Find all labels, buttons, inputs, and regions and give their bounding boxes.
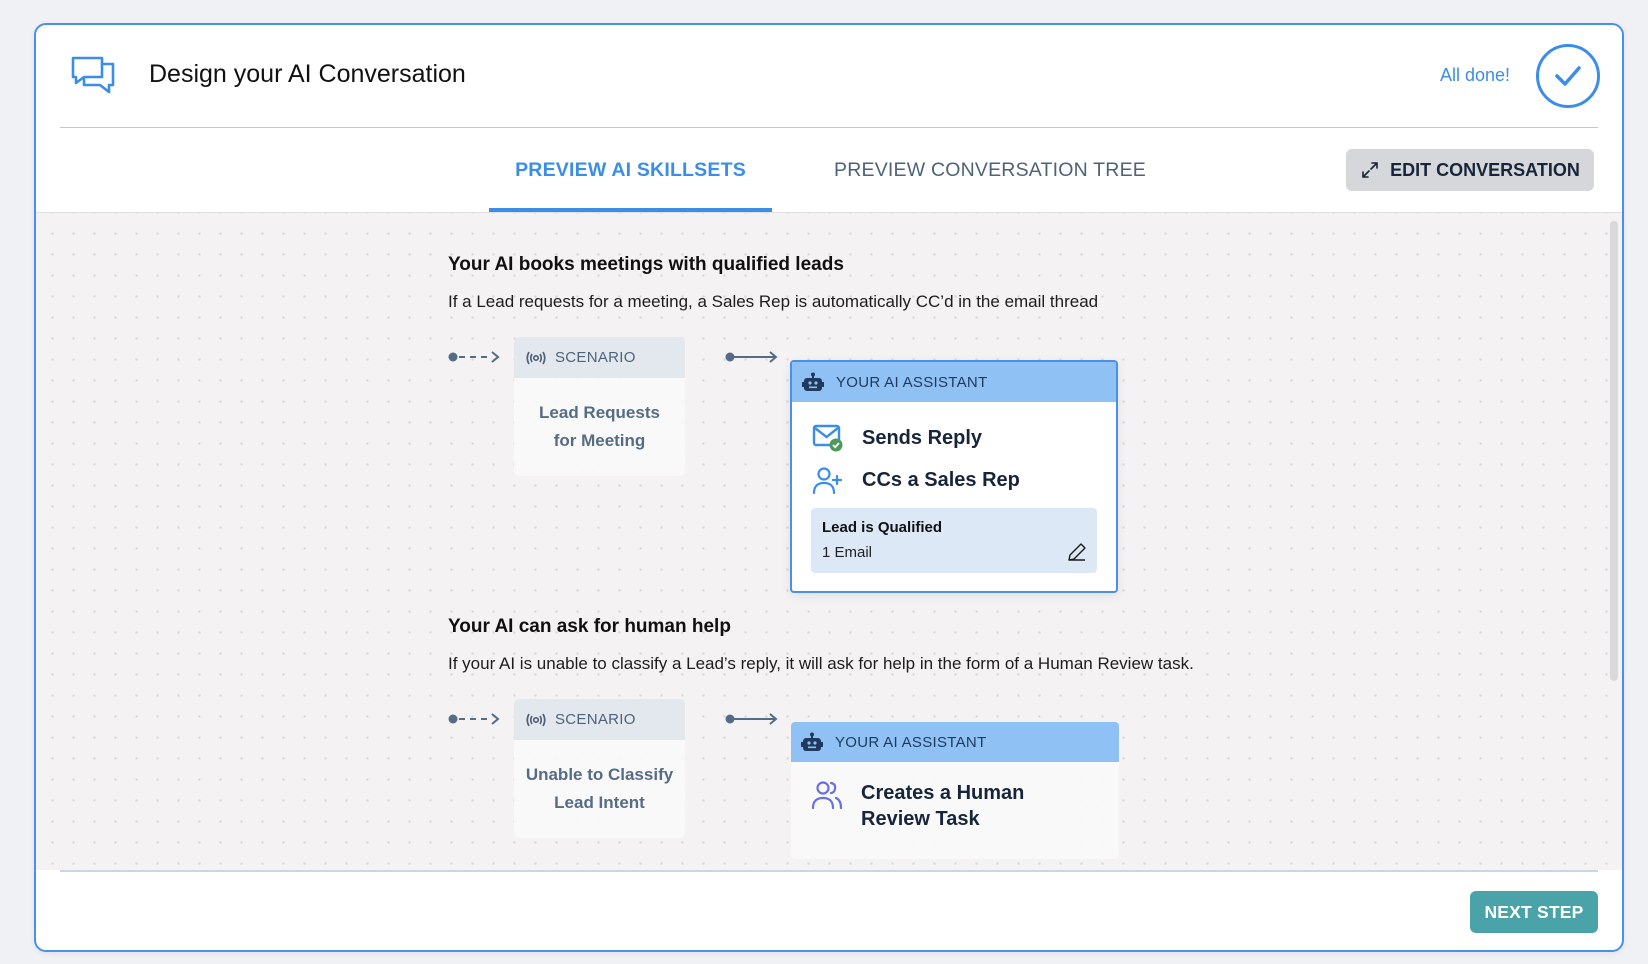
robot-icon — [801, 732, 823, 751]
ai-assistant-card[interactable]: YOUR AI ASSISTANT Sends Reply CCs a Sale… — [790, 360, 1118, 593]
action-sends-reply: Sends Reply — [812, 424, 982, 452]
expand-icon — [1362, 162, 1378, 178]
next-step-button[interactable]: NEXT STEP — [1470, 891, 1598, 933]
users-icon — [811, 781, 843, 810]
assistant-header-label: YOUR AI ASSISTANT — [835, 733, 987, 751]
conversation-design-card: Design your AI Conversation All done! PR… — [34, 23, 1624, 952]
action-label: Sends Reply — [862, 426, 983, 449]
solid-connector-arrow — [725, 351, 778, 363]
condition-subtitle: 1 Email — [822, 544, 873, 561]
action-create-human-review: Creates a Human Review Task — [811, 780, 1024, 832]
mail-check-icon — [812, 424, 843, 452]
scenario-header: SCENARIO — [514, 699, 685, 740]
edit-conversation-button[interactable]: EDIT CONVERSATION — [1346, 149, 1594, 191]
dashed-connector-arrow — [448, 351, 500, 363]
scrollbar[interactable] — [1610, 221, 1618, 681]
assistant-header: YOUR AI ASSISTANT — [791, 722, 1119, 762]
skillsets-canvas: Your AI books meetings with qualified le… — [36, 212, 1622, 870]
scenario-body: Lead Requests for Meeting — [514, 378, 685, 476]
scenario-header: SCENARIO — [514, 337, 685, 378]
scenario-header-label: SCENARIO — [555, 711, 636, 728]
edit-conversation-label: EDIT CONVERSATION — [1390, 159, 1580, 180]
scenario-text-line: Lead Requests — [539, 403, 660, 422]
broadcast-icon — [526, 351, 546, 364]
broadcast-icon — [526, 713, 546, 726]
solid-connector-arrow — [725, 713, 778, 725]
section-title: Your AI can ask for human help — [448, 616, 731, 637]
action-label-line: Creates a Human — [861, 782, 1025, 804]
scenario-body: Unable to Classify Lead Intent — [514, 740, 685, 838]
condition-title: Lead is Qualified — [822, 519, 943, 536]
scenario-card[interactable]: SCENARIO Unable to Classify Lead Intent — [514, 699, 685, 838]
tab-preview-conversation-tree[interactable]: PREVIEW CONVERSATION TREE — [820, 128, 1160, 212]
scenario-card[interactable]: SCENARIO Lead Requests for Meeting — [514, 337, 685, 476]
page-title: Design your AI Conversation — [149, 60, 466, 88]
section-description: If a Lead requests for a meeting, a Sale… — [448, 292, 1099, 311]
scenario-text-line: Unable to Classify — [525, 765, 674, 784]
section-title: Your AI books meetings with qualified le… — [448, 254, 844, 275]
action-label-line: Review Task — [861, 808, 980, 830]
status-text: All done! — [1439, 65, 1510, 85]
scenario-text-line: Lead Intent — [554, 793, 645, 812]
action-label: CCs a Sales Rep — [862, 468, 1020, 491]
check-circle-icon — [1536, 44, 1600, 108]
action-label: Creates a Human Review Task — [861, 780, 1024, 832]
robot-icon — [802, 372, 824, 391]
condition-box[interactable]: Lead is Qualified 1 Email — [811, 508, 1097, 573]
card-header: Design your AI Conversation All done! — [36, 25, 1622, 128]
tab-preview-ai-skillsets[interactable]: PREVIEW AI SKILLSETS — [489, 128, 772, 212]
ai-assistant-card[interactable]: YOUR AI ASSISTANT Creates a Human Review … — [791, 722, 1119, 859]
dashed-connector-arrow — [448, 713, 500, 725]
pencil-icon[interactable] — [1067, 542, 1087, 562]
chat-bubbles-icon — [71, 56, 115, 94]
assistant-header: YOUR AI ASSISTANT — [792, 362, 1116, 402]
action-cc-sales-rep: CCs a Sales Rep — [812, 466, 1020, 494]
footer-divider — [60, 870, 1598, 872]
section-description: If your AI is unable to classify a Lead’… — [448, 654, 1194, 673]
scenario-header-label: SCENARIO — [555, 349, 636, 366]
user-plus-icon — [812, 467, 843, 494]
assistant-header-label: YOUR AI ASSISTANT — [836, 373, 988, 391]
scenario-text-line: for Meeting — [553, 431, 646, 450]
